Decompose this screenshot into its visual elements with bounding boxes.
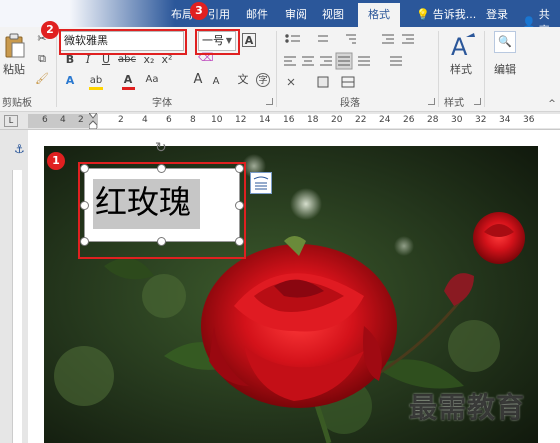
ruler-number: 12 xyxy=(235,115,247,125)
styles-dialog-launcher[interactable] xyxy=(474,98,481,105)
tab-view[interactable]: 视图 xyxy=(322,6,344,22)
ruler-number: 4 xyxy=(60,115,66,125)
clipboard-group-label: 剪贴板 xyxy=(2,98,32,109)
ruler-number: 24 xyxy=(379,115,391,125)
ruler-number: 30 xyxy=(451,115,463,125)
step-badge-2: 2 xyxy=(41,21,59,39)
ruler-number: 2 xyxy=(78,115,84,125)
highlight-color-button[interactable]: ab xyxy=(87,73,105,90)
group-divider xyxy=(484,31,485,107)
superscript-button[interactable]: x² xyxy=(160,53,174,67)
tab-format[interactable]: 格式 xyxy=(358,3,400,27)
ruler-number: 22 xyxy=(355,115,367,125)
shrink-font-button[interactable]: A xyxy=(209,75,223,89)
font-dialog-launcher[interactable] xyxy=(266,98,273,105)
ruler-number: 2 xyxy=(118,115,124,125)
styles-label: 样式 xyxy=(450,63,472,76)
ruler-number: 34 xyxy=(499,115,511,125)
ruler-number: 32 xyxy=(475,115,487,125)
bold-button[interactable]: B xyxy=(63,53,77,67)
layout-options-button[interactable] xyxy=(250,172,272,194)
font-color-bar xyxy=(122,87,135,90)
watermark-text: 最需教育 xyxy=(409,391,526,424)
ruler-number: 26 xyxy=(403,115,415,125)
paragraph-dialog-launcher[interactable] xyxy=(428,98,435,105)
paste-button[interactable] xyxy=(3,32,27,60)
anchor-icon[interactable]: ⚓ xyxy=(14,142,25,156)
step-badge-1: 1 xyxy=(47,152,65,170)
copy-icon[interactable]: ⧉ xyxy=(35,52,49,66)
styles-button[interactable]: A xyxy=(448,31,478,61)
group-divider xyxy=(56,31,57,107)
editing-button[interactable]: 🔍 xyxy=(494,31,516,53)
group-divider xyxy=(438,31,439,107)
format-painter-icon[interactable]: 🖌 xyxy=(35,72,49,86)
font-size-highlight xyxy=(195,29,240,55)
tell-me-box[interactable]: 💡 告诉我... xyxy=(416,6,476,22)
editing-label: 编辑 xyxy=(494,63,516,76)
text-effects-button[interactable]: A xyxy=(63,74,77,88)
rotate-handle-icon[interactable]: ↻ xyxy=(155,140,167,156)
ruler-number: 16 xyxy=(283,115,295,125)
indent-marker[interactable] xyxy=(89,113,97,129)
tab-references[interactable]: 引用 xyxy=(208,6,230,22)
horizontal-ruler: L 6 4 2 2 4 6 8 10 12 14 16 18 20 22 24 … xyxy=(0,112,560,130)
ruler-number: 6 xyxy=(166,115,172,125)
group-divider xyxy=(276,31,277,107)
ruler-number: 4 xyxy=(142,115,148,125)
ruler-number: 36 xyxy=(523,115,535,125)
tab-mailings[interactable]: 邮件 xyxy=(246,6,268,22)
ruler-number: 6 xyxy=(42,115,48,125)
step-badge-3: 3 xyxy=(190,2,208,20)
subscript-button[interactable]: x₂ xyxy=(142,53,156,67)
underline-button[interactable]: U xyxy=(99,53,113,67)
ruler-number: 14 xyxy=(259,115,271,125)
ribbon-tab-bar: 布局 引用 邮件 审阅 视图 格式 💡告诉我... 登录 👤共享 xyxy=(0,0,560,37)
text-box-highlight xyxy=(78,162,246,259)
character-border-button[interactable]: A xyxy=(242,33,256,47)
tab-selector[interactable]: L xyxy=(4,115,18,127)
search-icon: 🔍 xyxy=(498,35,512,48)
styles-a-icon: A xyxy=(451,33,475,61)
font-group-label: 字体 xyxy=(152,98,172,109)
clipboard-icon xyxy=(5,33,25,58)
enclose-character-button[interactable]: 字 xyxy=(256,73,270,87)
ruler-number: 10 xyxy=(211,115,223,125)
highlighter-icon: ab xyxy=(89,75,103,86)
font-color-button[interactable]: A xyxy=(121,73,135,90)
grow-font-button[interactable]: A xyxy=(191,73,205,87)
font-color-letter: A xyxy=(123,73,133,86)
change-case-button[interactable]: Aa xyxy=(145,73,159,87)
lightbulb-icon: 💡 xyxy=(416,8,430,21)
paragraph-group-label: 段落 xyxy=(340,98,360,109)
sign-in-link[interactable]: 登录 xyxy=(486,6,508,22)
pinyin-guide-button[interactable]: 文 xyxy=(236,73,250,87)
quick-access-area xyxy=(0,0,175,27)
paragraph-tools[interactable] xyxy=(282,31,432,91)
ruler-number: 8 xyxy=(190,115,196,125)
font-name-highlight xyxy=(59,29,187,55)
vertical-ruler xyxy=(0,130,28,443)
ruler-number: 20 xyxy=(331,115,343,125)
strikethrough-button[interactable]: abc xyxy=(117,53,137,67)
collapse-ribbon-icon[interactable]: ^ xyxy=(545,97,559,111)
layout-options-icon xyxy=(253,176,269,190)
paste-label: 粘贴 xyxy=(3,63,25,76)
ruler-number: 28 xyxy=(427,115,439,125)
tab-review[interactable]: 审阅 xyxy=(285,6,307,22)
italic-button[interactable]: I xyxy=(81,53,95,67)
svg-text:A: A xyxy=(451,33,468,61)
vertical-ruler-track xyxy=(12,170,22,443)
styles-group-label: 样式 xyxy=(444,98,464,109)
ruler-number: 18 xyxy=(307,115,319,125)
highlight-color-bar xyxy=(89,87,103,90)
